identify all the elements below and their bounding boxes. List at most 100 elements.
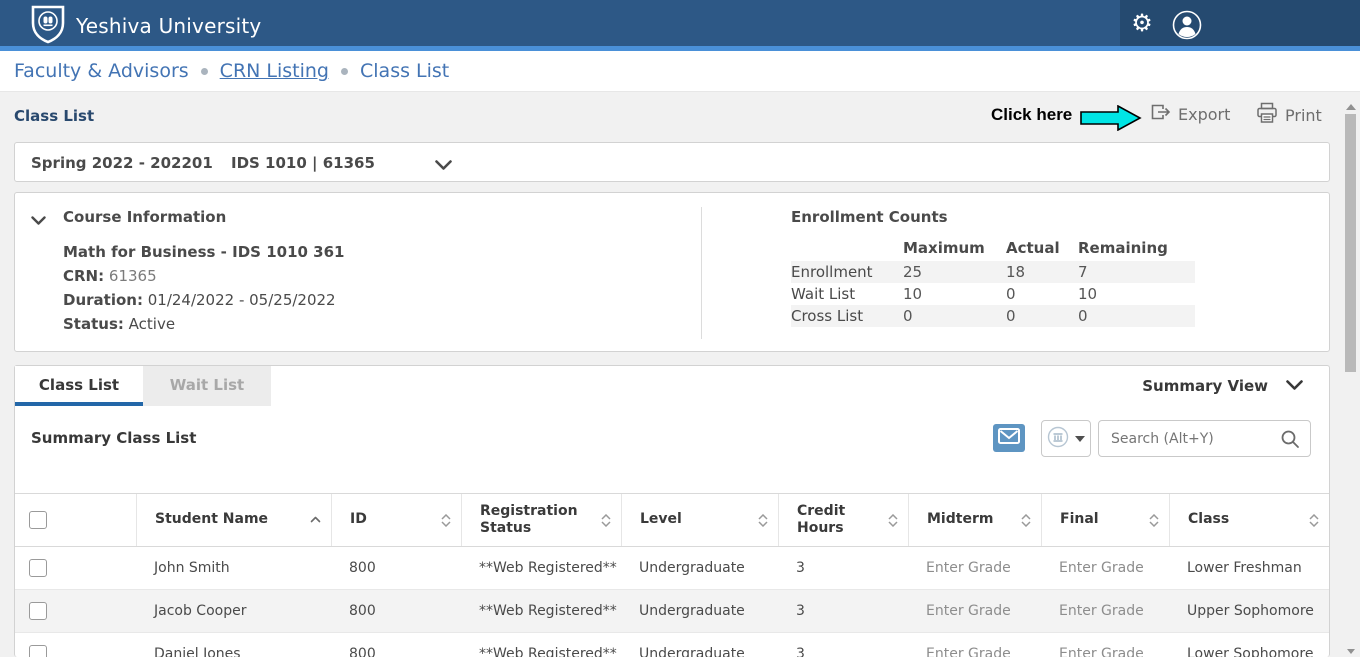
enrollment-counts-title: Enrollment Counts [791,208,948,226]
email-button[interactable] [993,424,1025,452]
course-value: IDS 1010 | 61365 [231,154,375,172]
university-name: Yeshiva University [76,14,261,38]
column-student-name[interactable]: Student Name [136,494,331,546]
print-icon [1256,102,1278,128]
envelope-icon [998,428,1020,448]
table-header-row: Student Name ID Registration Status [15,493,1329,547]
tab-wait-list[interactable]: Wait List [143,366,271,406]
enter-grade-link[interactable]: Enter Grade [1041,590,1169,632]
filter-columns-icon [1047,426,1069,452]
chevron-down-icon[interactable] [435,156,452,175]
vertical-scrollbar[interactable] [1342,100,1359,657]
search-icon[interactable] [1280,429,1300,453]
table-row[interactable]: Daniel Jones 800 **Web Registered** Unde… [15,633,1329,657]
enrollment-counts-table: Maximum Actual Remaining Enrollment 25 1… [791,237,1195,327]
row-checkbox[interactable] [29,602,47,620]
term-course-selector[interactable]: Spring 2022 - 202201 IDS 1010 | 61365 [14,142,1330,182]
chevron-down-icon [1286,377,1303,395]
click-here-annotation: Click here [991,105,1072,125]
user-avatar-icon[interactable] [1172,10,1202,40]
duration-label: Duration: [63,291,143,309]
sort-both-icon[interactable] [1149,514,1159,527]
course-information-title: Course Information [63,208,226,226]
sort-asc-icon[interactable] [310,511,321,529]
export-button[interactable]: Export [1150,102,1230,126]
sort-both-icon[interactable] [601,514,611,527]
settings-gear-icon[interactable]: ⚙ [1128,8,1156,38]
annotation-arrow-icon [1080,105,1142,135]
waitlist-row: Wait List 10 0 10 [791,283,1195,305]
enrollment-row: Enrollment 25 18 7 [791,261,1195,283]
col-remaining: Remaining [1078,237,1195,261]
breadcrumb-crn-listing[interactable]: CRN Listing [220,60,329,82]
enrollment-header-row: Maximum Actual Remaining [791,237,1195,261]
breadcrumb-separator-icon [201,68,208,75]
caret-down-icon [1075,436,1085,442]
export-icon [1150,102,1171,126]
breadcrumb-faculty-advisors[interactable]: Faculty & Advisors [14,60,189,82]
sort-both-icon[interactable] [1309,514,1319,527]
column-level[interactable]: Level [621,494,778,546]
col-actual: Actual [1006,237,1078,261]
column-final[interactable]: Final [1041,494,1169,546]
status-label: Status: [63,315,124,333]
summary-view-label: Summary View [1142,377,1268,395]
summary-class-list-heading: Summary Class List [31,429,196,447]
breadcrumb-class-list[interactable]: Class List [360,60,449,82]
crn-value: 61365 [109,267,157,285]
print-label: Print [1285,106,1322,125]
column-class[interactable]: Class [1169,494,1329,546]
collapse-chevron-down-icon[interactable] [31,211,46,230]
enter-grade-link[interactable]: Enter Grade [1041,633,1169,657]
summary-view-selector[interactable]: Summary View [1142,377,1303,395]
filter-dropdown-button[interactable] [1041,420,1091,457]
select-all-checkbox[interactable] [29,511,47,529]
breadcrumb: Faculty & Advisors CRN Listing Class Lis… [0,51,1360,92]
table-row[interactable]: Jacob Cooper 800 **Web Registered** Unde… [15,590,1329,633]
scroll-down-arrow-icon[interactable] [1347,649,1355,654]
status-line: Status: Active [63,315,175,333]
screen: Yeshiva University ⚙ Faculty & Advisors … [0,0,1360,657]
column-midterm[interactable]: Midterm [908,494,1041,546]
scrollbar-thumb[interactable] [1345,114,1356,372]
column-id[interactable]: ID [331,494,461,546]
duration-line: Duration: 01/24/2022 - 05/25/2022 [63,291,336,309]
scroll-up-arrow-icon[interactable] [1346,104,1356,110]
page-toolbar: Class List Click here Export [0,92,1360,142]
class-list-panel: Class List Wait List Summary View Summar… [14,365,1330,657]
duration-value: 01/24/2022 - 05/25/2022 [148,291,336,309]
page-title: Class List [14,107,94,125]
column-registration-status[interactable]: Registration Status [461,494,621,546]
course-title: Math for Business - IDS 1010 361 [63,243,344,261]
divider [701,207,702,339]
term-value: Spring 2022 - 202201 [31,154,213,172]
top-navigation-bar: Yeshiva University ⚙ [0,0,1360,46]
sort-both-icon[interactable] [441,514,451,527]
sort-both-icon[interactable] [758,514,768,527]
row-checkbox[interactable] [29,645,47,657]
crn-label: CRN: [63,267,104,285]
enter-grade-link[interactable]: Enter Grade [908,547,1041,589]
photo-column-header [61,494,136,546]
export-label: Export [1178,105,1230,124]
col-maximum: Maximum [903,237,1006,261]
course-information-panel: Course Information Math for Business - I… [14,192,1330,352]
status-value: Active [129,315,175,333]
tab-class-list[interactable]: Class List [15,366,143,406]
sort-both-icon[interactable] [1021,514,1031,527]
brand[interactable]: Yeshiva University [30,4,261,48]
print-button[interactable]: Print [1256,102,1322,128]
search-box [1098,420,1311,457]
crn-line: CRN: 61365 [63,267,157,285]
row-checkbox[interactable] [29,559,47,577]
search-input[interactable] [1111,421,1271,456]
crosslist-row: Cross List 0 0 0 [791,305,1195,327]
enter-grade-link[interactable]: Enter Grade [908,590,1041,632]
table-row[interactable]: John Smith 800 **Web Registered** Underg… [15,547,1329,590]
column-credit-hours[interactable]: Credit Hours [778,494,908,546]
sort-both-icon[interactable] [888,514,898,527]
enter-grade-link[interactable]: Enter Grade [908,633,1041,657]
enter-grade-link[interactable]: Enter Grade [1041,547,1169,589]
breadcrumb-separator-icon [341,68,348,75]
university-shield-logo-icon [30,4,66,48]
